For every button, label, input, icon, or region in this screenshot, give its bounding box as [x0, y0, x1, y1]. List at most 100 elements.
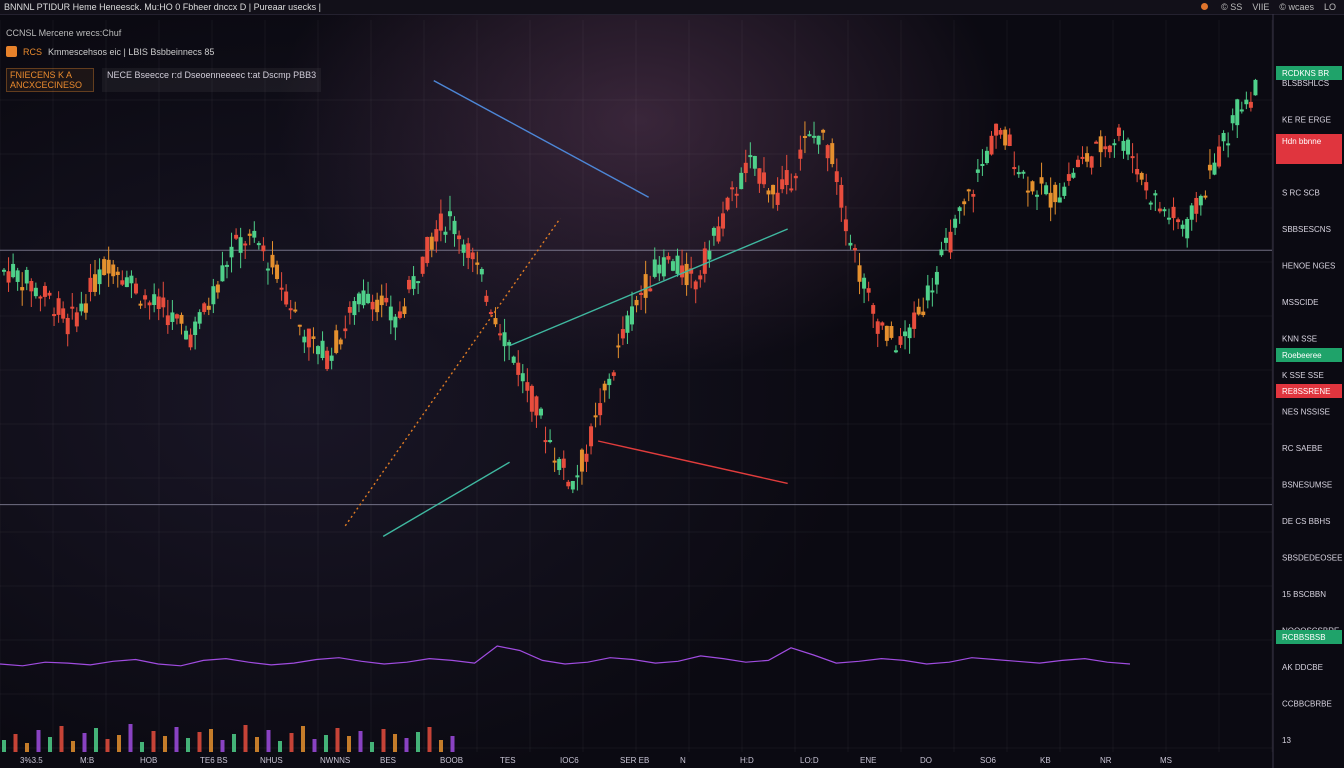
- candle-body: [1121, 140, 1126, 151]
- chart-grid: [0, 14, 1274, 768]
- volume-bar: [404, 738, 409, 752]
- candle-body: [247, 233, 252, 236]
- volume-bar: [220, 740, 225, 752]
- candle-body: [775, 192, 780, 205]
- candle-body: [529, 385, 534, 412]
- candle-body: [425, 236, 430, 264]
- candle-body: [498, 333, 503, 336]
- candle-body: [602, 383, 607, 391]
- candle-body: [256, 243, 261, 246]
- candle-body: [384, 297, 389, 303]
- price-axis: BLSBSHLCSKE RE ERGEBsc MUNTES RC SCBSBBS…: [1276, 66, 1342, 745]
- time-axis: 3%3.5 M:B HOB TE6 BS NHUS NWNNS BES BOOB TES IOC6…: [20, 756, 1172, 765]
- candle-body: [316, 346, 320, 355]
- candle-body: [1189, 205, 1194, 220]
- volume-bar: [13, 734, 18, 752]
- candle-body: [234, 234, 239, 239]
- volume-bar: [427, 727, 432, 752]
- price-badge-green: RCBBSBSB: [1276, 630, 1342, 644]
- candle-body: [1094, 141, 1099, 144]
- candle-body: [579, 449, 584, 472]
- candle-body: [1085, 153, 1090, 162]
- time-axis-label: TE6 BS: [200, 756, 228, 765]
- candle-body: [379, 295, 384, 306]
- candle-body: [302, 336, 307, 343]
- candle-body: [816, 135, 821, 145]
- candle-body: [984, 150, 989, 164]
- candle-body: [511, 356, 516, 363]
- candle-body: [2, 269, 6, 272]
- candle-body: [607, 378, 612, 386]
- candle-body: [1248, 101, 1253, 108]
- volume-bar: [71, 741, 75, 752]
- candle-body: [270, 254, 275, 268]
- candle-body: [620, 329, 625, 339]
- candle-body: [1212, 162, 1217, 175]
- candle-body: [1048, 192, 1053, 208]
- candle-body: [812, 135, 817, 138]
- candle-body: [593, 415, 598, 418]
- candle-body: [356, 293, 361, 305]
- candle-body: [866, 288, 871, 293]
- candle-body: [1157, 208, 1162, 212]
- candle-body: [1221, 132, 1226, 142]
- candle-body: [884, 325, 889, 341]
- candle-body: [1021, 171, 1026, 174]
- candle-body: [325, 350, 330, 370]
- candle-body: [457, 235, 462, 240]
- price-badge-red: Hdn bbnne: [1276, 134, 1342, 164]
- candle-body: [780, 179, 785, 190]
- volume-bar: [151, 731, 156, 752]
- trendline-orange_dotted: [344, 217, 561, 527]
- volume-bar: [94, 728, 98, 752]
- candle-body: [416, 281, 421, 284]
- time-axis-label: SO6: [980, 756, 997, 765]
- price-axis-label: KNN SSE: [1282, 335, 1317, 344]
- candle-body: [557, 459, 562, 471]
- trendline-teal: [382, 461, 510, 538]
- time-axis-label: HOB: [140, 756, 157, 765]
- candle-body: [393, 316, 398, 328]
- candle-body: [397, 311, 402, 318]
- candle-body: [407, 279, 412, 290]
- candle-body: [1139, 172, 1144, 180]
- candle-body: [989, 135, 994, 155]
- candle-body: [1194, 197, 1199, 214]
- candle-body: [834, 171, 839, 183]
- time-axis-label: ENE: [860, 756, 876, 765]
- candle-body: [493, 318, 498, 325]
- candle-body: [452, 220, 457, 235]
- candle-body: [11, 263, 16, 278]
- volume-bar: [289, 733, 294, 752]
- candle-body: [966, 189, 971, 192]
- candle-body: [202, 303, 207, 312]
- trendline-blue: [433, 79, 649, 198]
- candle-body: [79, 303, 84, 312]
- time-axis-label: IOC6: [560, 756, 579, 765]
- candle-body: [1226, 143, 1231, 146]
- candle-body: [953, 218, 958, 228]
- candle-body: [420, 256, 425, 274]
- candle-body: [279, 287, 284, 290]
- candle-body: [925, 285, 930, 301]
- candle-body: [1166, 217, 1171, 220]
- time-axis-label: BOOB: [440, 756, 463, 765]
- time-axis-label: NHUS: [260, 756, 283, 765]
- candle-body: [684, 263, 689, 286]
- candle-body: [243, 243, 248, 246]
- candle-body: [721, 213, 726, 229]
- candle-body: [648, 288, 653, 292]
- candle-body: [584, 453, 589, 462]
- candle-body: [429, 236, 434, 250]
- volume-bar: [186, 738, 190, 752]
- candle-body: [1071, 172, 1076, 178]
- candle-body: [761, 172, 766, 185]
- candle-body: [912, 312, 917, 329]
- candle-body: [930, 290, 935, 293]
- candle-body: [1203, 195, 1208, 198]
- candle-body: [1153, 193, 1158, 196]
- price-chart[interactable]: BLSBSHLCSKE RE ERGEBsc MUNTES RC SCBSBBS…: [0, 0, 1344, 768]
- candle-body: [1062, 186, 1067, 196]
- candle-body: [734, 193, 739, 196]
- candle-body: [320, 340, 325, 358]
